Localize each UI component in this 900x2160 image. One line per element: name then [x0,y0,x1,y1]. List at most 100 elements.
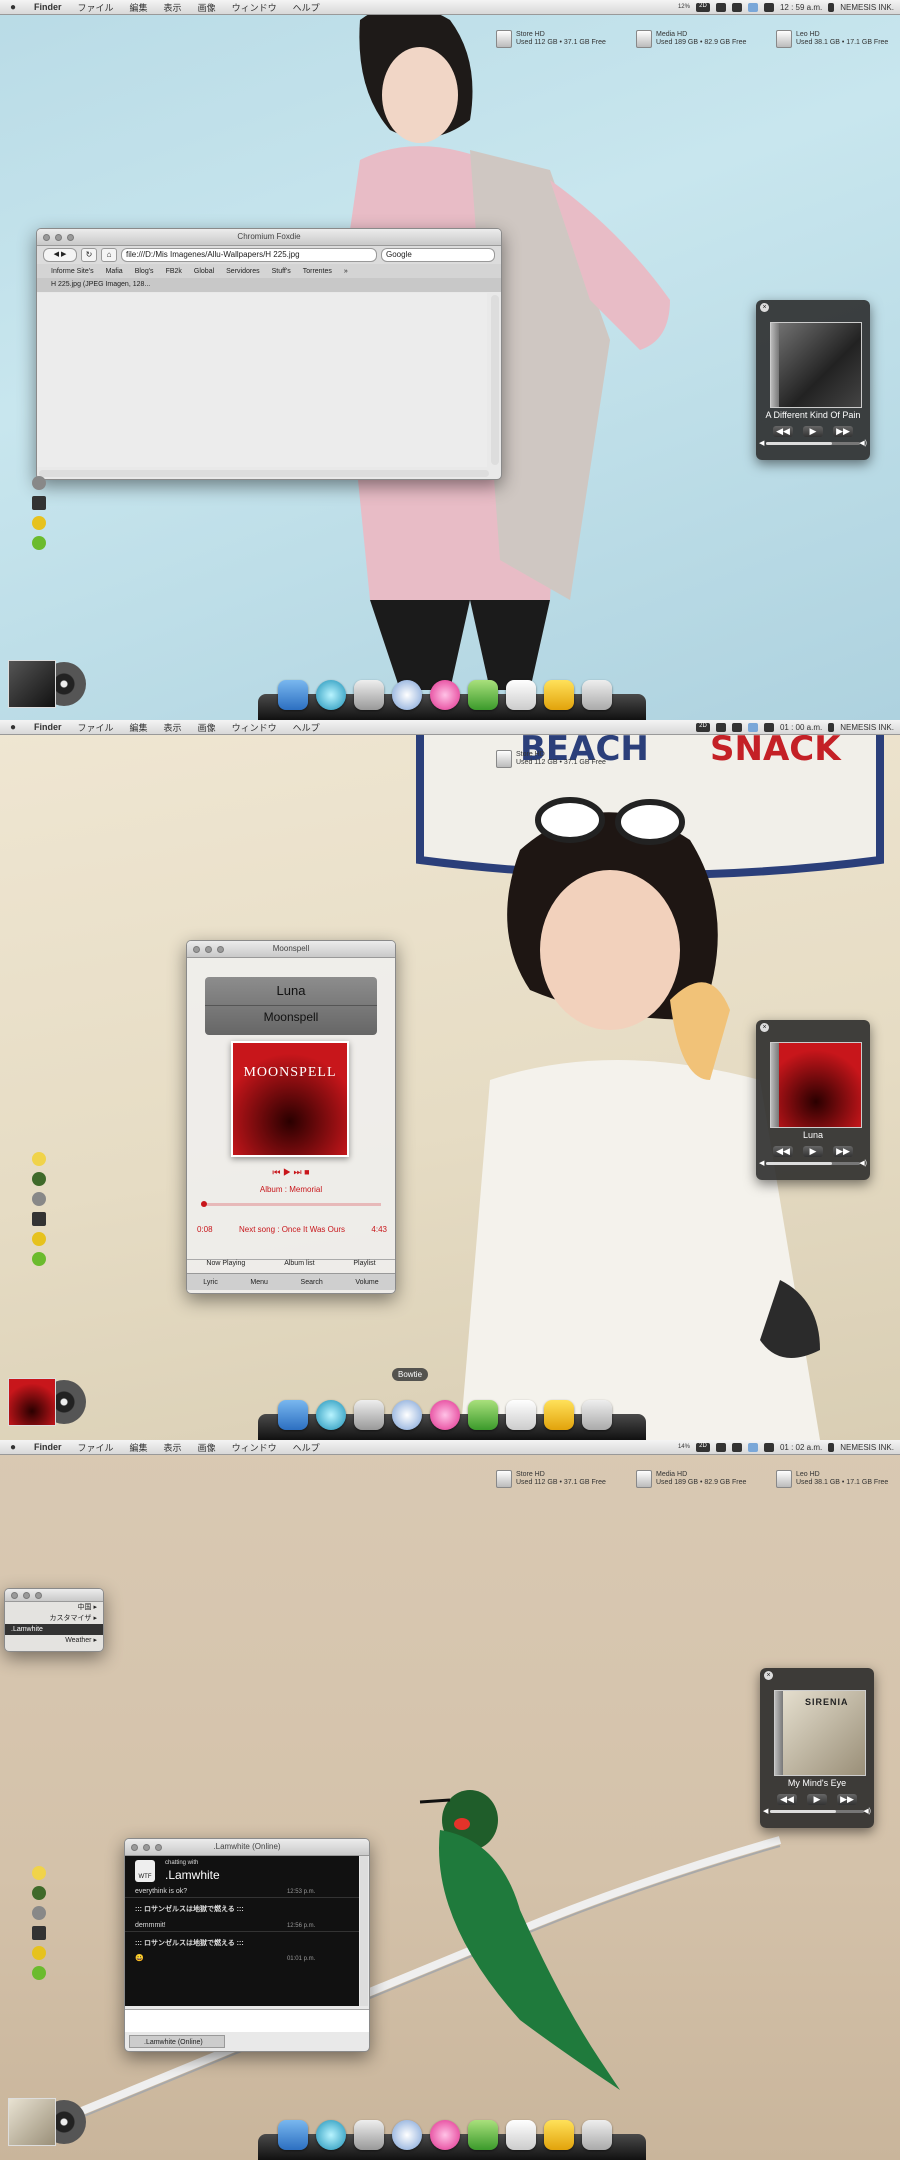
browser-titlebar[interactable]: Chromium Foxdie [37,229,501,246]
previous-button[interactable]: ◀◀ [773,1146,793,1157]
menu-edit[interactable]: 編集 [122,1441,156,1454]
battery-icon[interactable] [32,536,46,550]
ipod-icon[interactable] [354,1400,384,1430]
spotlight-icon[interactable] [828,722,835,732]
menu-button[interactable]: Menu [250,1279,268,1286]
tab-playlist[interactable]: Playlist [353,1260,375,1267]
menu-item[interactable]: カスタマイザ ▸ [5,1613,97,1624]
truck-icon[interactable] [544,680,574,710]
tab-now-playing[interactable]: Now Playing [206,1260,245,1267]
close-icon[interactable] [11,1592,18,1599]
previous-button[interactable]: ◀◀ [777,1794,797,1805]
volume-icon[interactable] [763,722,774,732]
bookmarks-overflow[interactable]: » [344,268,348,275]
headphones-icon[interactable] [32,1192,46,1206]
messenger-icon[interactable] [430,2120,460,2150]
trash-icon[interactable] [582,1400,612,1430]
browser-icon[interactable] [316,1400,346,1430]
menu-edit[interactable]: 編集 [122,1,156,14]
gadget-icon[interactable] [32,516,46,530]
spotlight-icon[interactable] [828,1442,835,1452]
truck-icon[interactable] [544,2120,574,2150]
gadget-icon[interactable] [32,1232,46,1246]
headphones-icon[interactable] [32,1906,46,1920]
back-forward-button[interactable]: ◀ ▶ [43,248,77,262]
close-icon[interactable] [193,946,200,953]
close-icon[interactable] [131,1844,138,1851]
menu-image[interactable]: 画像 [190,721,224,734]
menu-view[interactable]: 表示 [156,721,190,734]
messenger-icon[interactable] [430,1400,460,1430]
menu-widget-titlebar[interactable] [5,1589,103,1602]
finder-icon[interactable] [278,680,308,710]
menu-file[interactable]: ファイル [70,1,122,14]
2d-badge-icon[interactable]: 2D [695,722,710,732]
clock[interactable]: 01 : 00 a.m. [780,723,822,732]
bookmark-item[interactable]: FB2k [166,268,182,275]
photoshop-icon[interactable] [506,680,536,710]
wifi-icon[interactable] [731,1442,742,1452]
progress-bar[interactable] [201,1201,381,1207]
clock[interactable]: 12 : 59 a.m. [780,3,822,12]
volume-icon[interactable] [763,2,774,12]
menu-finder[interactable]: Finder [26,2,70,12]
drive-media[interactable]: Media HD Used 189 GB • 82.9 GB Free [636,1470,746,1488]
volume-button[interactable]: Volume [355,1279,378,1286]
address-bar[interactable]: file:///D:/Mis Imagenes/Allu-Wallpapers/… [121,248,377,262]
play-button[interactable]: ▶ [803,1146,823,1157]
close-icon[interactable] [43,234,50,241]
bluetooth-icon[interactable] [747,1442,758,1452]
menu-help[interactable]: ヘルプ [285,1441,328,1454]
close-icon[interactable]: × [760,1023,769,1032]
menu-finder[interactable]: Finder [26,722,70,732]
lyric-button[interactable]: Lyric [203,1279,218,1286]
menu-window[interactable]: ウィンドウ [224,721,285,734]
finder-icon[interactable] [278,1400,308,1430]
user-name[interactable]: NEMESIS INK. [840,723,894,732]
itunes-icon[interactable] [392,680,422,710]
progress-knob[interactable] [201,1201,207,1207]
play-button[interactable]: ▶ [807,1794,827,1805]
app-icon[interactable] [468,1400,498,1430]
truck-icon[interactable] [544,1400,574,1430]
menu-item-selected[interactable]: .Lamwhite [5,1624,103,1635]
bookmark-item[interactable]: Stuff's [272,268,291,275]
search-button[interactable]: Search [301,1279,323,1286]
gadget-icon[interactable] [32,1946,46,1960]
close-icon[interactable]: × [760,303,769,312]
menu-file[interactable]: ファイル [70,1441,122,1454]
drive-store[interactable]: Store HD Used 112 GB • 37.1 GB Free [496,1470,606,1488]
leaf-icon[interactable] [32,1886,46,1900]
now-playing-cd[interactable] [8,1378,88,1426]
bookmark-item[interactable]: Blog's [135,268,154,275]
vertical-scrollbar[interactable] [491,295,499,465]
menu-image[interactable]: 画像 [190,1441,224,1454]
user-name[interactable]: NEMESIS INK. [840,3,894,12]
app-icon[interactable] [468,2120,498,2150]
menu-help[interactable]: ヘルプ [285,1,328,14]
bluetooth-icon[interactable] [747,2,758,12]
bookmark-item[interactable]: Servidores [226,268,259,275]
media-controls-icon[interactable] [715,1442,726,1452]
photoshop-icon[interactable] [506,2120,536,2150]
chat-tab[interactable]: .Lamwhite (Online) [129,2035,225,2048]
media-controls-icon[interactable] [715,722,726,732]
next-button[interactable]: ▶▶ [837,1794,857,1805]
minimize-icon[interactable] [143,1844,150,1851]
zoom-icon[interactable] [155,1844,162,1851]
message-input[interactable] [125,2009,369,2032]
now-playing-cd[interactable] [8,2098,88,2146]
drive-store[interactable]: Store HD Used 112 GB • 37.1 GB Free [496,30,606,48]
zoom-icon[interactable] [35,1592,42,1599]
leaf-icon[interactable] [32,1172,46,1186]
browser-icon[interactable] [316,680,346,710]
wifi-icon[interactable] [731,2,742,12]
menu-window[interactable]: ウィンドウ [224,1,285,14]
menu-view[interactable]: 表示 [156,1,190,14]
player-titlebar[interactable]: Moonspell [187,941,395,958]
trash-icon[interactable] [32,496,46,510]
2d-badge-icon[interactable]: 2D [695,1442,710,1452]
next-button[interactable]: ▶▶ [833,426,853,437]
apple-menu-icon[interactable]: ● [0,2,26,13]
menu-view[interactable]: 表示 [156,1441,190,1454]
